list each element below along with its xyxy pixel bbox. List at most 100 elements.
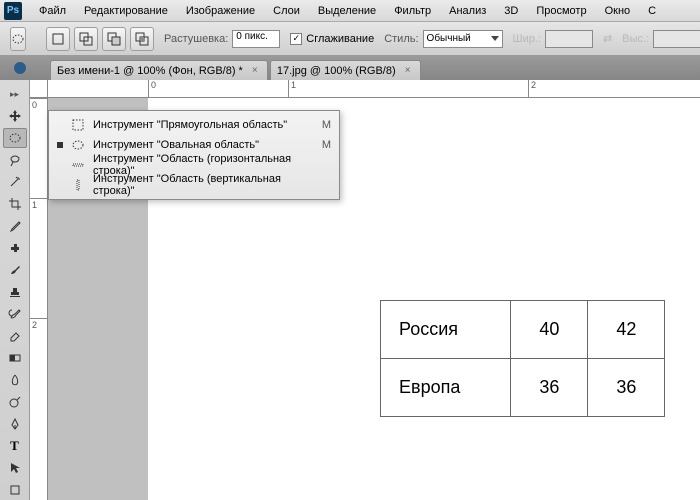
width-group: Шир.: [513, 30, 593, 48]
menu-window[interactable]: Окно [598, 2, 638, 20]
document-tab[interactable]: 17.jpg @ 100% (RGB/8) × [270, 60, 421, 80]
antialias-group[interactable]: ✓ Сглаживание [290, 33, 374, 45]
ruler-mark: 1 [288, 80, 296, 98]
shape-tool-icon[interactable] [3, 480, 27, 500]
mode-intersect-icon[interactable] [130, 27, 154, 51]
collapse-arrows-icon[interactable]: ▸▸ [3, 84, 27, 104]
width-label: Шир.: [513, 33, 541, 45]
height-label: Выс.: [622, 33, 649, 45]
flyout-item-rect-marquee[interactable]: Инструмент "Прямоугольная область" M [49, 115, 339, 135]
toolbox: ▸▸ T [0, 80, 30, 500]
document-table: Россия 40 42 Европа 36 36 [380, 300, 665, 417]
tab-label: Без имени-1 @ 100% (Фон, RGB/8) * [57, 65, 243, 77]
row-marquee-icon [71, 159, 85, 171]
mode-new-icon[interactable] [46, 27, 70, 51]
flyout-item-row-marquee[interactable]: Инструмент "Область (горизонтальная стро… [49, 155, 339, 175]
eraser-tool-icon[interactable] [3, 326, 27, 346]
flyout-shortcut: M [322, 119, 331, 131]
tab-scroll-icon[interactable] [14, 62, 26, 74]
menu-filter[interactable]: Фильтр [387, 2, 438, 20]
ellipse-marquee-icon [71, 139, 85, 151]
menu-edit[interactable]: Редактирование [77, 2, 175, 20]
menu-view[interactable]: Просмотр [529, 2, 593, 20]
menu-select[interactable]: Выделение [311, 2, 383, 20]
style-label: Стиль: [384, 33, 418, 45]
table-row: Европа 36 36 [381, 359, 665, 417]
pen-tool-icon[interactable] [3, 414, 27, 434]
rect-marquee-icon [71, 119, 85, 131]
menu-3d[interactable]: 3D [497, 2, 525, 20]
gradient-tool-icon[interactable] [3, 348, 27, 368]
menu-analysis[interactable]: Анализ [442, 2, 493, 20]
selected-dot [57, 122, 63, 128]
path-select-tool-icon[interactable] [3, 458, 27, 478]
brush-tool-icon[interactable] [3, 260, 27, 280]
mode-subtract-icon[interactable] [102, 27, 126, 51]
healing-tool-icon[interactable] [3, 238, 27, 258]
crop-tool-icon[interactable] [3, 194, 27, 214]
flyout-shortcut: M [322, 139, 331, 151]
feather-group: Растушевка: 0 пикс. [164, 30, 280, 48]
flyout-item-ellipse-marquee[interactable]: Инструмент "Овальная область" M [49, 135, 339, 155]
feather-label: Растушевка: [164, 33, 228, 45]
tab-label: 17.jpg @ 100% (RGB/8) [277, 65, 396, 77]
dodge-tool-icon[interactable] [3, 392, 27, 412]
table-cell: 36 [588, 359, 665, 417]
antialias-label: Сглаживание [306, 33, 374, 45]
table-cell-label: Россия [381, 301, 511, 359]
table-row: Россия 40 42 [381, 301, 665, 359]
marquee-tool-icon[interactable] [3, 128, 27, 148]
chevron-down-icon [491, 36, 499, 41]
selected-dot [57, 162, 63, 168]
selection-mode-group [46, 27, 154, 51]
eyedropper-tool-icon[interactable] [3, 216, 27, 236]
ruler-mark: 1 [30, 198, 48, 210]
style-group: Стиль: Обычный [384, 30, 502, 48]
swap-dims-icon: ⇄ [603, 27, 612, 51]
stamp-tool-icon[interactable] [3, 282, 27, 302]
table-cell-label: Европа [381, 359, 511, 417]
flyout-item-col-marquee[interactable]: Инструмент "Область (вертикальная строка… [49, 175, 339, 195]
close-icon[interactable]: × [402, 65, 414, 77]
ruler-mark: 0 [30, 98, 48, 110]
close-icon[interactable]: × [249, 65, 261, 77]
mode-add-icon[interactable] [74, 27, 98, 51]
flyout-label: Инструмент "Прямоугольная область" [93, 119, 314, 131]
options-bar: Растушевка: 0 пикс. ✓ Сглаживание Стиль:… [0, 22, 700, 56]
menu-help[interactable]: С [641, 2, 663, 20]
table-cell: 36 [511, 359, 588, 417]
wand-tool-icon[interactable] [3, 172, 27, 192]
tool-preset-icon[interactable] [10, 27, 26, 51]
style-value: Обычный [427, 33, 471, 44]
ruler-mark: 2 [30, 318, 48, 330]
table-cell: 40 [511, 301, 588, 359]
document-tab[interactable]: Без имени-1 @ 100% (Фон, RGB/8) * × [50, 60, 268, 80]
ruler-mark: 2 [528, 80, 536, 98]
ruler-vertical[interactable]: 0 1 2 [30, 98, 48, 500]
height-group: Выс.: [622, 30, 700, 48]
app-logo-icon: Ps [4, 2, 22, 20]
blur-tool-icon[interactable] [3, 370, 27, 390]
ruler-horizontal[interactable]: 0 1 2 [48, 80, 700, 98]
feather-input[interactable]: 0 пикс. [232, 30, 280, 48]
col-marquee-icon [71, 179, 85, 191]
selected-dot [57, 142, 63, 148]
lasso-tool-icon[interactable] [3, 150, 27, 170]
height-input [653, 30, 700, 48]
flyout-label: Инструмент "Область (вертикальная строка… [93, 173, 323, 197]
history-brush-tool-icon[interactable] [3, 304, 27, 324]
marquee-flyout-menu: Инструмент "Прямоугольная область" M Инс… [48, 110, 340, 200]
document-tab-bar: Без имени-1 @ 100% (Фон, RGB/8) * × 17.j… [0, 56, 700, 80]
flyout-label: Инструмент "Овальная область" [93, 139, 314, 151]
antialias-checkbox-icon[interactable]: ✓ [290, 33, 302, 45]
menu-bar: Ps Файл Редактирование Изображение Слои … [0, 0, 700, 22]
menu-layers[interactable]: Слои [266, 2, 307, 20]
move-tool-icon[interactable] [3, 106, 27, 126]
type-tool-icon[interactable]: T [3, 436, 27, 456]
style-select[interactable]: Обычный [423, 30, 503, 48]
ruler-mark: 0 [148, 80, 156, 98]
width-input [545, 30, 593, 48]
table-cell: 42 [588, 301, 665, 359]
menu-image[interactable]: Изображение [179, 2, 262, 20]
menu-file[interactable]: Файл [32, 2, 73, 20]
